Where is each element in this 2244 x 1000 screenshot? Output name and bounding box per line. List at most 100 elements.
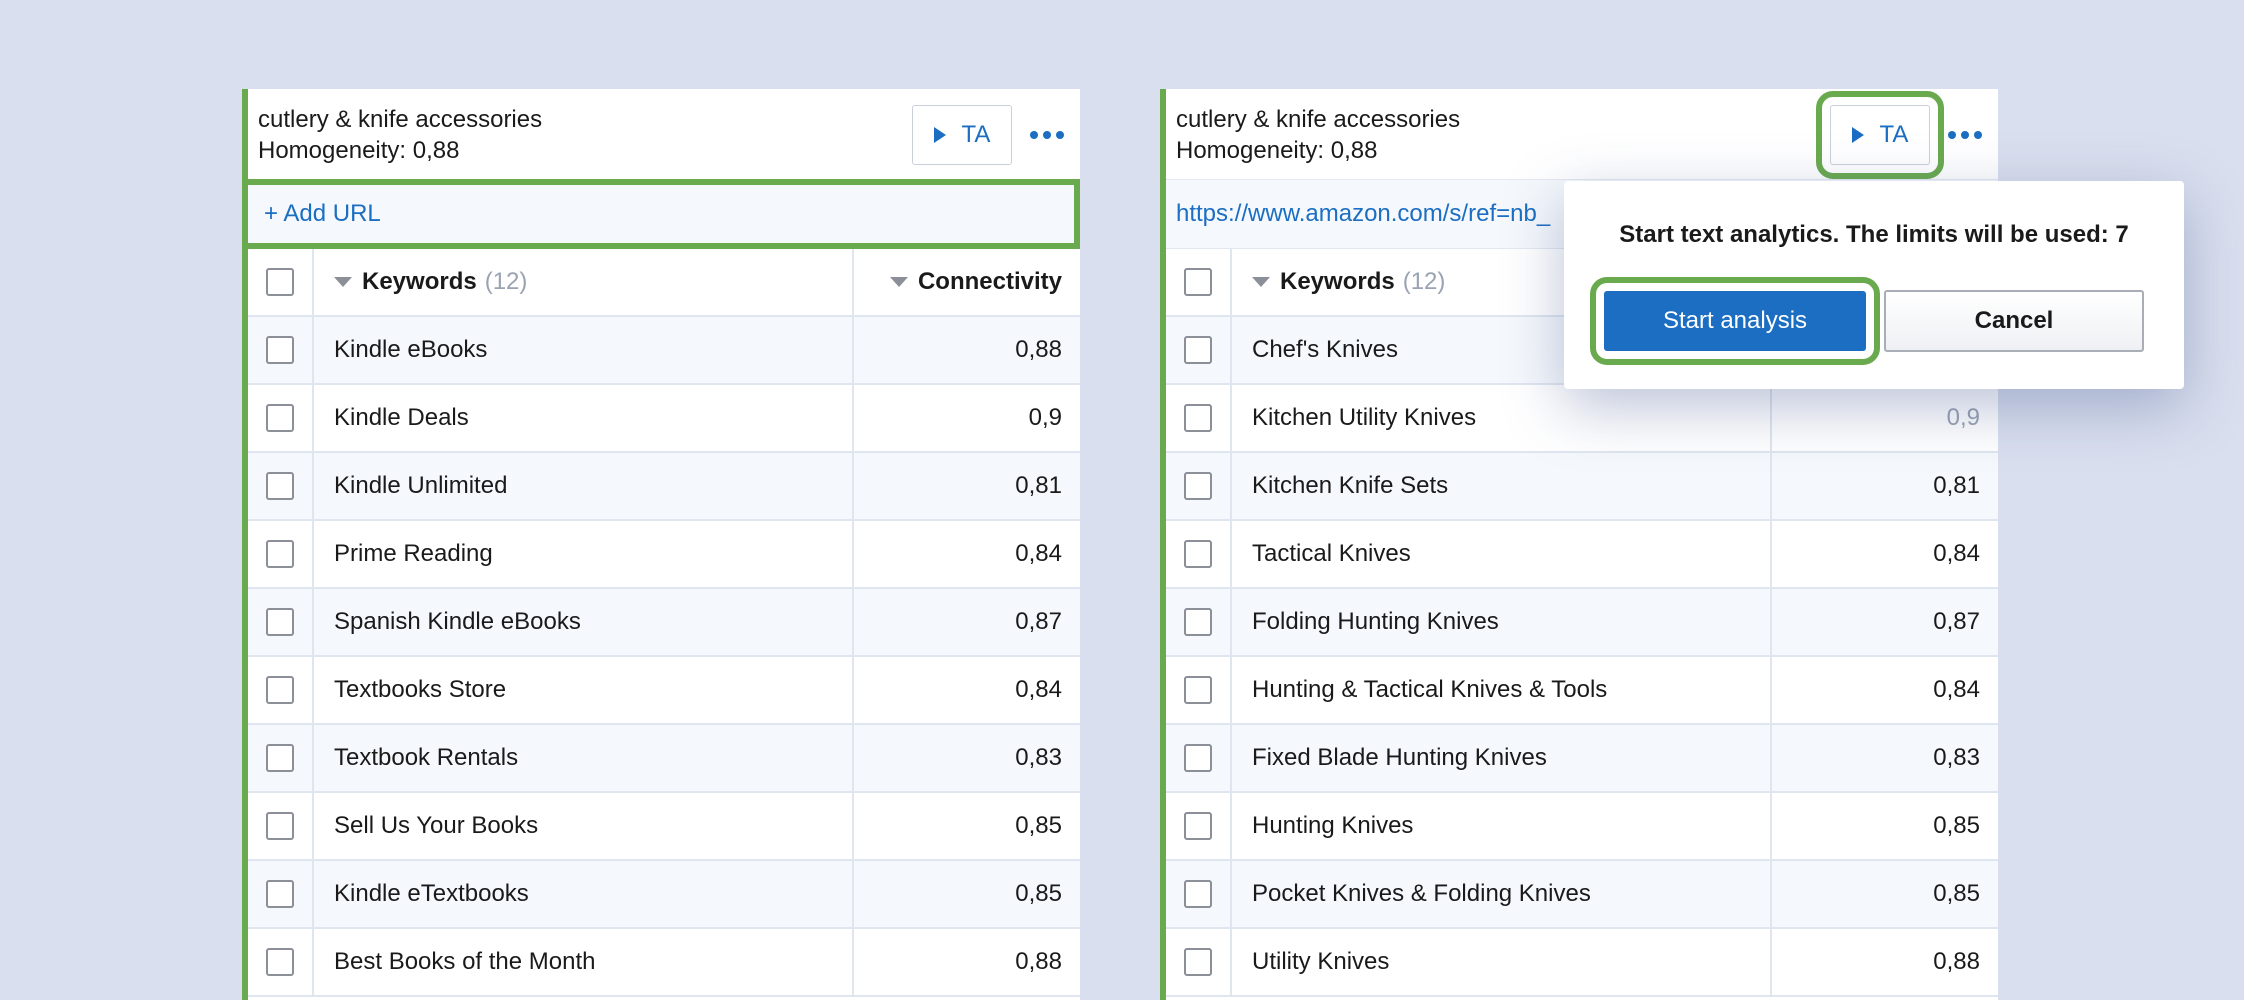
table-row[interactable]: Sell Us Your Books 0,85 [248, 793, 1080, 861]
table-row[interactable]: Tactical Knives 0,84 [1166, 521, 1998, 589]
table-row[interactable]: Kindle eTextbooks 0,85 [248, 861, 1080, 929]
connectivity-cell: 0,88 [1015, 948, 1062, 975]
table-row[interactable]: Folding Hunting Knives 0,87 [1166, 589, 1998, 657]
keywords-header-label: Keywords [1280, 268, 1395, 295]
panel-header: cutlery & knife accessories Homogeneity:… [1166, 89, 1998, 179]
table-row[interactable]: Spanish Kindle eBooks 0,87 [248, 589, 1080, 657]
connectivity-column-header[interactable]: Connectivity [854, 249, 1080, 315]
keyword-cell: Textbooks Store [314, 657, 854, 723]
select-all-checkbox[interactable] [266, 268, 294, 296]
ta-button-label: TA [1879, 121, 1909, 148]
row-checkbox[interactable] [1184, 812, 1212, 840]
table-row[interactable]: Kitchen Utility Knives 0,9 [1166, 385, 1998, 453]
row-checkbox[interactable] [266, 608, 294, 636]
row-checkbox[interactable] [1184, 336, 1212, 364]
table-row[interactable]: Pocket Knives & Folding Knives 0,85 [1166, 861, 1998, 929]
connectivity-cell: 0,9 [1946, 404, 1980, 431]
select-all-checkbox[interactable] [1184, 268, 1212, 296]
keywords-count: (12) [484, 268, 528, 295]
row-checkbox[interactable] [1184, 472, 1212, 500]
row-checkbox[interactable] [1184, 404, 1212, 432]
more-icon[interactable] [1030, 121, 1064, 149]
play-icon [933, 127, 946, 143]
keyword-cell: Tactical Knives [1232, 521, 1772, 587]
row-checkbox[interactable] [266, 676, 294, 704]
keywords-count: (12) [1402, 268, 1446, 295]
connectivity-cell: 0,85 [1933, 880, 1980, 907]
connectivity-cell: 0,83 [1933, 744, 1980, 771]
keyword-cell: Hunting Knives [1232, 793, 1772, 859]
keyword-cell: Spanish Kindle eBooks [314, 589, 854, 655]
keyword-cell: Kindle eTextbooks [314, 861, 854, 927]
sort-icon [889, 277, 908, 287]
table-row[interactable]: Hunting Knives 0,85 [1166, 793, 1998, 861]
table-row[interactable]: Textbooks Store 0,84 [248, 657, 1080, 725]
play-icon [1851, 127, 1864, 143]
table-row[interactable]: Kindle eBooks 0,88 [248, 317, 1080, 385]
row-checkbox[interactable] [266, 880, 294, 908]
connectivity-cell: 0,84 [1933, 676, 1980, 703]
keyword-cell: Textbook Rentals [314, 725, 854, 791]
connectivity-cell: 0,88 [1933, 948, 1980, 975]
connectivity-cell: 0,88 [1015, 336, 1062, 363]
connectivity-cell: 0,9 [1028, 404, 1062, 431]
connectivity-cell: 0,85 [1933, 812, 1980, 839]
table-row[interactable]: Kindle Deals 0,9 [248, 385, 1080, 453]
cancel-button[interactable]: Cancel [1884, 290, 2144, 352]
connectivity-cell: 0,87 [1933, 608, 1980, 635]
connectivity-cell: 0,81 [1015, 472, 1062, 499]
start-analysis-button[interactable]: Start analysis [1590, 277, 1880, 365]
row-checkbox[interactable] [266, 540, 294, 568]
panel-header: cutlery & knife accessories Homogeneity:… [248, 89, 1080, 179]
keyword-cell: Kitchen Utility Knives [1232, 385, 1772, 451]
table-row[interactable]: Kitchen Knife Sets 0,81 [1166, 453, 1998, 521]
row-checkbox[interactable] [1184, 540, 1212, 568]
popover-message: Start text analytics. The limits will be… [1619, 221, 2129, 248]
keyword-cell: Utility Knives [1232, 929, 1772, 995]
table-header: Keywords (12) Connectivity [248, 249, 1080, 317]
keyword-cell: Fixed Blade Hunting Knives [1232, 725, 1772, 791]
table-row[interactable]: Best Books of the Month 0,88 [248, 929, 1080, 997]
ta-button[interactable]: TA [1816, 91, 1944, 179]
table-row[interactable]: Hunting & Tactical Knives & Tools 0,84 [1166, 657, 1998, 725]
row-checkbox[interactable] [1184, 676, 1212, 704]
sort-icon [334, 277, 352, 287]
connectivity-cell: 0,83 [1015, 744, 1062, 771]
table-row[interactable]: Prime Reading 0,84 [248, 521, 1080, 589]
table-row[interactable]: Fixed Blade Hunting Knives 0,83 [1166, 725, 1998, 793]
keyword-cell: Kindle Unlimited [314, 453, 854, 519]
table-row[interactable]: Kindle Unlimited 0,81 [248, 453, 1080, 521]
table-row[interactable]: Utility Knives 0,88 [1166, 929, 1998, 997]
keyword-cell: Kindle Deals [314, 385, 854, 451]
keyword-cell: Prime Reading [314, 521, 854, 587]
row-checkbox[interactable] [1184, 744, 1212, 772]
ta-button[interactable]: TA [912, 105, 1012, 165]
ta-button-label: TA [961, 121, 991, 148]
row-checkbox[interactable] [266, 744, 294, 772]
keyword-cell: Pocket Knives & Folding Knives [1232, 861, 1772, 927]
row-checkbox[interactable] [266, 404, 294, 432]
table-row[interactable]: Textbook Rentals 0,83 [248, 725, 1080, 793]
row-checkbox[interactable] [1184, 880, 1212, 908]
start-analysis-popover: Start text analytics. The limits will be… [1564, 181, 2184, 389]
row-checkbox[interactable] [1184, 948, 1212, 976]
keyword-cell: Kitchen Knife Sets [1232, 453, 1772, 519]
more-icon[interactable] [1948, 121, 1982, 149]
connectivity-cell: 0,84 [1933, 540, 1980, 567]
connectivity-cell: 0,84 [1015, 676, 1062, 703]
connectivity-cell: 0,81 [1933, 472, 1980, 499]
row-checkbox[interactable] [266, 336, 294, 364]
sort-icon [1252, 277, 1270, 287]
row-checkbox[interactable] [266, 948, 294, 976]
connectivity-cell: 0,85 [1015, 880, 1062, 907]
row-checkbox[interactable] [1184, 608, 1212, 636]
keyword-cell: Hunting & Tactical Knives & Tools [1232, 657, 1772, 723]
keyword-cell: Folding Hunting Knives [1232, 589, 1772, 655]
connectivity-cell: 0,84 [1015, 540, 1062, 567]
row-checkbox[interactable] [266, 472, 294, 500]
keyword-cell: Kindle eBooks [314, 317, 854, 383]
keywords-column-header[interactable]: Keywords (12) [314, 249, 854, 315]
row-checkbox[interactable] [266, 812, 294, 840]
add-url-link[interactable]: + Add URL [248, 179, 1080, 249]
keyword-cell: Sell Us Your Books [314, 793, 854, 859]
